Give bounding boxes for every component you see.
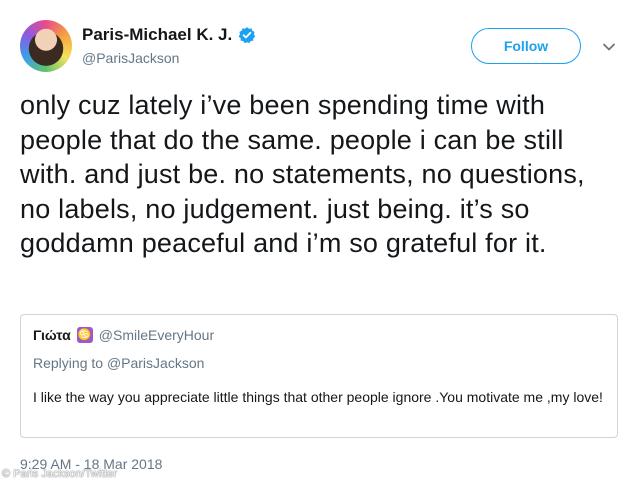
follow-button[interactable]: Follow	[471, 28, 581, 64]
tweet-text: only cuz lately i’ve been spending time …	[20, 90, 585, 258]
author-handle[interactable]: @ParisJackson	[82, 50, 179, 66]
chevron-down-icon[interactable]	[602, 40, 616, 54]
cancer-zodiac-icon: ♋	[76, 327, 93, 343]
quoted-text: I like the way you appreciate little thi…	[33, 389, 603, 405]
quoted-author-name[interactable]: Γιώτα	[33, 327, 71, 343]
author-name[interactable]: Paris-Michael K. J.	[82, 25, 232, 45]
watermark: © Paris Jackson/Twitter	[2, 468, 118, 480]
quoted-tweet[interactable]: Γιώτα ♋ @SmileEveryHour Replying to @Par…	[20, 314, 618, 438]
replying-to: Replying to @ParisJackson	[33, 355, 204, 371]
verified-badge-icon	[238, 27, 256, 44]
quoted-author-handle[interactable]: @SmileEveryHour	[99, 327, 214, 343]
replying-to-handle[interactable]: @ParisJackson	[107, 355, 204, 371]
replying-to-label: Replying to	[33, 355, 107, 371]
quoted-header: Γιώτα ♋ @SmileEveryHour	[33, 327, 214, 343]
author-name-row: Paris-Michael K. J.	[82, 25, 256, 45]
avatar[interactable]	[20, 20, 72, 72]
